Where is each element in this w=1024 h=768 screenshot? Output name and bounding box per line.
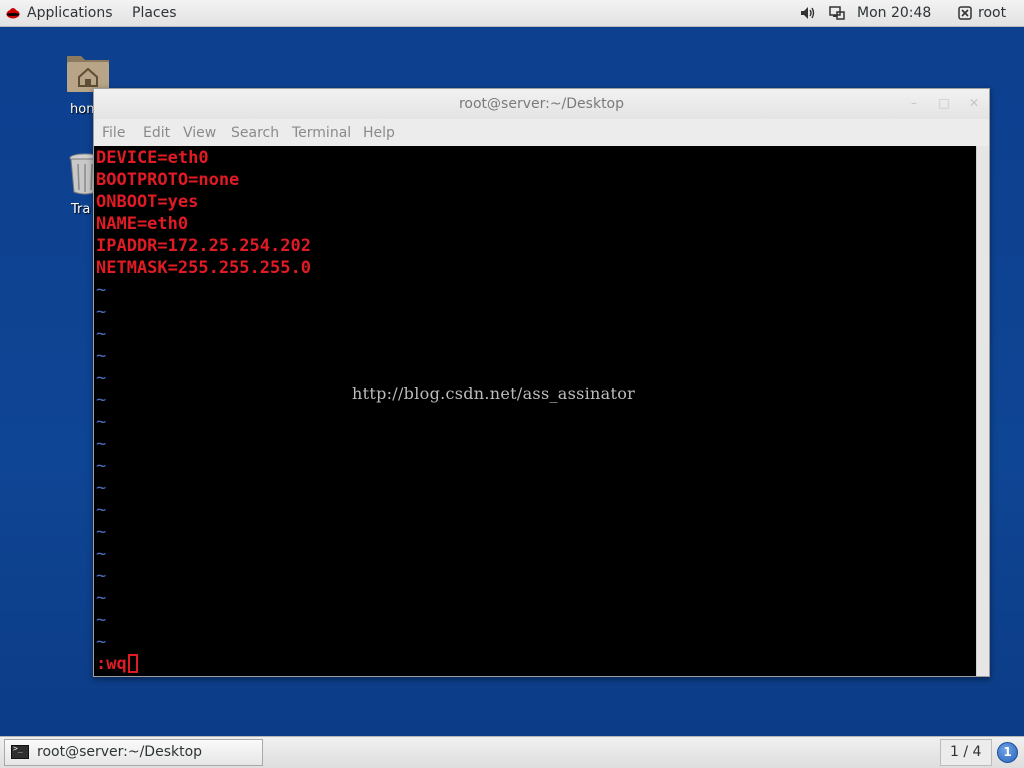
terminal-menubar: File Edit View Search Terminal Help	[94, 119, 989, 146]
terminal-line: BOOTPROTO=none	[96, 170, 240, 190]
window-titlebar[interactable]: root@server:~/Desktop – □ ✕	[94, 89, 989, 119]
menu-view[interactable]: View	[183, 125, 216, 141]
vim-command-line[interactable]: :wq	[96, 653, 138, 675]
trash-label: Tra	[71, 202, 91, 217]
empty-line-tilde: ~	[96, 434, 107, 454]
terminal-icon	[11, 744, 29, 759]
workspace-label: 1 / 4	[950, 744, 982, 760]
terminal-line: IPADDR=172.25.254.202	[96, 236, 311, 256]
empty-line-tilde: ~	[96, 610, 107, 630]
volume-icon[interactable]	[800, 6, 816, 20]
home-folder-label: hon	[70, 102, 95, 117]
empty-line-tilde: ~	[96, 500, 107, 520]
terminal-window[interactable]: root@server:~/Desktop – □ ✕ File Edit Vi…	[93, 88, 990, 677]
menu-search[interactable]: Search	[231, 125, 279, 141]
network-icon[interactable]	[829, 6, 845, 20]
terminal-line: ONBOOT=yes	[96, 192, 199, 212]
minimize-button[interactable]: –	[908, 97, 920, 109]
clock[interactable]: Mon 20:48	[857, 5, 931, 21]
text-cursor	[127, 654, 138, 673]
menu-file[interactable]: File	[102, 125, 125, 141]
empty-line-tilde: ~	[96, 566, 107, 586]
vim-command: :wq	[96, 654, 127, 674]
notification-badge[interactable]: 1	[997, 742, 1018, 763]
watermark-text: http://blog.csdn.net/ass_assinator	[352, 384, 636, 403]
taskbar-window-button[interactable]: root@server:~/Desktop	[4, 739, 263, 766]
workspace-switcher[interactable]: 1 / 4	[940, 739, 992, 766]
terminal-line: NAME=eth0	[96, 214, 189, 234]
empty-line-tilde: ~	[96, 324, 107, 344]
bottom-panel: root@server:~/Desktop 1 / 4 1	[0, 736, 1024, 768]
empty-line-tilde: ~	[96, 280, 107, 300]
empty-line-tilde: ~	[96, 456, 107, 476]
menu-edit[interactable]: Edit	[143, 125, 170, 141]
top-panel: Applications Places Mon 20:48 root	[0, 0, 1024, 27]
terminal-scrollbar[interactable]	[976, 146, 989, 676]
empty-line-tilde: ~	[96, 368, 107, 388]
empty-line-tilde: ~	[96, 412, 107, 432]
close-button[interactable]: ✕	[968, 97, 980, 109]
empty-line-tilde: ~	[96, 478, 107, 498]
redhat-logo-icon[interactable]	[6, 6, 20, 20]
maximize-button[interactable]: □	[938, 97, 950, 109]
empty-line-tilde: ~	[96, 544, 107, 564]
terminal-line: NETMASK=255.255.255.0	[96, 258, 311, 278]
user-menu[interactable]: root	[978, 5, 1006, 21]
empty-line-tilde: ~	[96, 302, 107, 322]
menu-terminal[interactable]: Terminal	[292, 125, 351, 141]
empty-line-tilde: ~	[96, 522, 107, 542]
user-menu-icon[interactable]	[958, 6, 972, 20]
menu-help[interactable]: Help	[363, 125, 395, 141]
places-menu[interactable]: Places	[132, 5, 177, 21]
empty-line-tilde: ~	[96, 632, 107, 652]
empty-line-tilde: ~	[96, 588, 107, 608]
empty-line-tilde: ~	[96, 390, 107, 410]
window-title: root@server:~/Desktop	[458, 96, 625, 112]
taskbar-window-label: root@server:~/Desktop	[37, 744, 203, 760]
empty-line-tilde: ~	[96, 346, 107, 366]
terminal-content[interactable]: DEVICE=eth0 BOOTPROTO=none ONBOOT=yes NA…	[94, 146, 976, 676]
terminal-line: DEVICE=eth0	[96, 148, 209, 168]
applications-menu[interactable]: Applications	[27, 5, 113, 21]
